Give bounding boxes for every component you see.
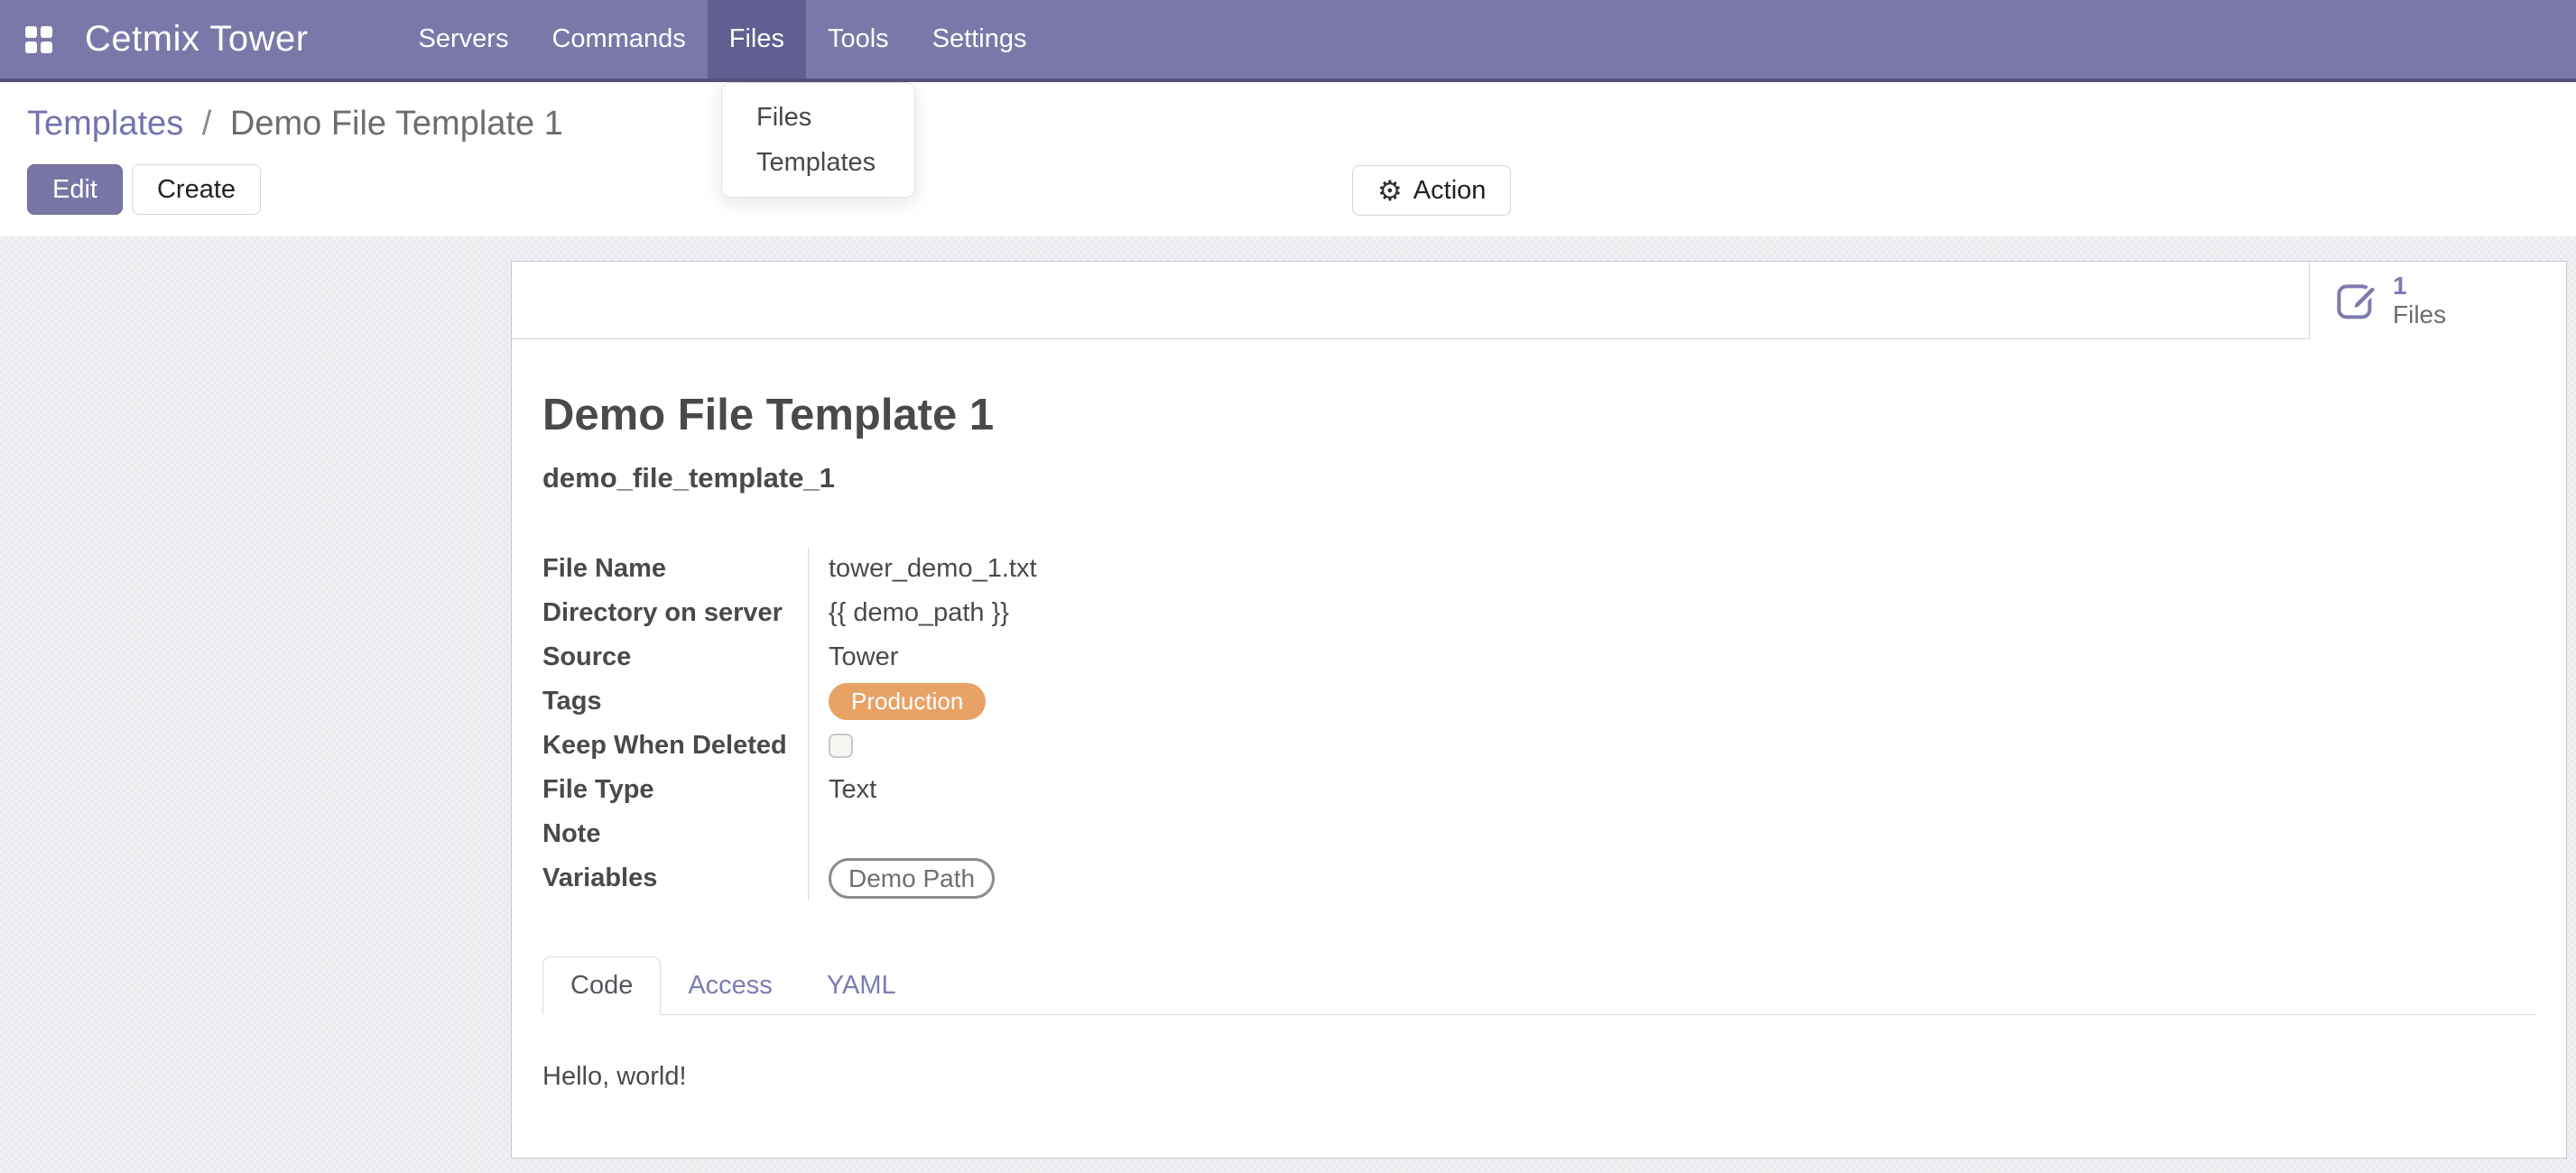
keep-when-deleted-checkbox [829, 734, 853, 758]
breadcrumb-current: Demo File Template 1 [230, 105, 563, 143]
tag-badge: Production [829, 683, 986, 720]
record-title: Demo File Template 1 [542, 390, 2535, 440]
field-row: Source Tower [542, 635, 2535, 679]
edit-file-icon [2335, 279, 2378, 322]
field-value-text: {{ demo_path }} [829, 598, 1009, 628]
control-buttons: Edit Create [27, 164, 2576, 215]
field-row: Variables Demo Path [542, 856, 2535, 901]
create-button[interactable]: Create [132, 164, 261, 215]
field-row: Keep When Deleted [542, 724, 2535, 768]
breadcrumb: Templates / Demo File Template 1 [27, 97, 2576, 151]
field-row: File Type Text [542, 768, 2535, 812]
field-label: Tags [542, 687, 808, 716]
form-sheet: 1 Files Demo File Template 1 demo_file_t… [511, 261, 2567, 1159]
field-row: File Name tower_demo_1.txt [542, 547, 2535, 591]
field-value-text: Text [829, 775, 876, 805]
field-label: Keep When Deleted [542, 731, 808, 761]
field-group: File Name tower_demo_1.txt Directory on se… [542, 547, 2535, 901]
action-button-label: Action [1413, 176, 1487, 206]
field-value: Demo Path [808, 856, 2535, 901]
field-label: Note [542, 819, 808, 849]
nav-item-servers[interactable]: Servers [397, 0, 531, 79]
field-row: Note [542, 812, 2535, 856]
nav-item-files[interactable]: Files [708, 0, 806, 79]
stat-label: Files [2393, 300, 2446, 329]
field-row: Directory on server {{ demo_path }} [542, 591, 2535, 635]
code-content: Hello, world! [542, 1062, 2535, 1092]
nav-item-settings[interactable]: Settings [911, 0, 1049, 79]
record-reference: demo_file_template_1 [542, 462, 2535, 494]
field-value: tower_demo_1.txt [808, 547, 2535, 591]
sheet-body: Demo File Template 1 demo_file_template_… [512, 390, 2566, 1092]
edit-button[interactable]: Edit [27, 164, 123, 215]
control-panel: Templates / Demo File Template 1 Edit Cr… [0, 82, 2576, 236]
notebook-tabs: CodeAccessYAML [542, 956, 2535, 1015]
field-row: Tags Production [542, 679, 2535, 724]
breadcrumb-separator: / [193, 105, 221, 143]
field-value-text: tower_demo_1.txt [829, 554, 1037, 584]
tab-yaml[interactable]: YAML [800, 957, 923, 1014]
files-stat-button[interactable]: 1 Files [2309, 262, 2566, 339]
field-label: File Type [542, 775, 808, 805]
field-value: {{ demo_path }} [808, 591, 2535, 635]
field-value-text: Tower [829, 642, 898, 672]
field-value: Production [808, 679, 2535, 724]
field-label: Directory on server [542, 598, 808, 628]
files-dropdown-menu: FilesTemplates [721, 82, 915, 198]
nav-menu: ServersCommandsFilesToolsSettings [397, 0, 1049, 79]
field-value [808, 812, 2535, 856]
breadcrumb-parent-link[interactable]: Templates [27, 105, 183, 143]
action-button[interactable]: ⚙ Action [1352, 165, 1511, 216]
field-value: Text [808, 768, 2535, 812]
stat-count: 1 [2393, 272, 2407, 300]
top-navbar: Cetmix Tower ServersCommandsFilesToolsSe… [0, 0, 2576, 82]
field-label: File Name [542, 554, 808, 584]
button-box: 1 Files [512, 262, 2566, 339]
field-value: Tower [808, 635, 2535, 679]
dropdown-item-files[interactable]: Files [722, 95, 914, 140]
field-label: Variables [542, 864, 808, 893]
tab-code[interactable]: Code [542, 956, 661, 1015]
field-label: Source [542, 642, 808, 672]
dropdown-item-templates[interactable]: Templates [722, 140, 914, 185]
apps-grid-icon [25, 26, 52, 53]
gear-icon: ⚙ [1377, 177, 1403, 205]
nav-item-tools[interactable]: Tools [806, 0, 911, 79]
brand-title[interactable]: Cetmix Tower [78, 0, 318, 79]
apps-menu-button[interactable] [0, 0, 78, 79]
nav-item-commands[interactable]: Commands [530, 0, 707, 79]
field-value [808, 724, 2535, 768]
stat-text: 1 Files [2393, 272, 2446, 329]
variable-pill: Demo Path [829, 858, 995, 900]
tab-access[interactable]: Access [661, 957, 799, 1014]
